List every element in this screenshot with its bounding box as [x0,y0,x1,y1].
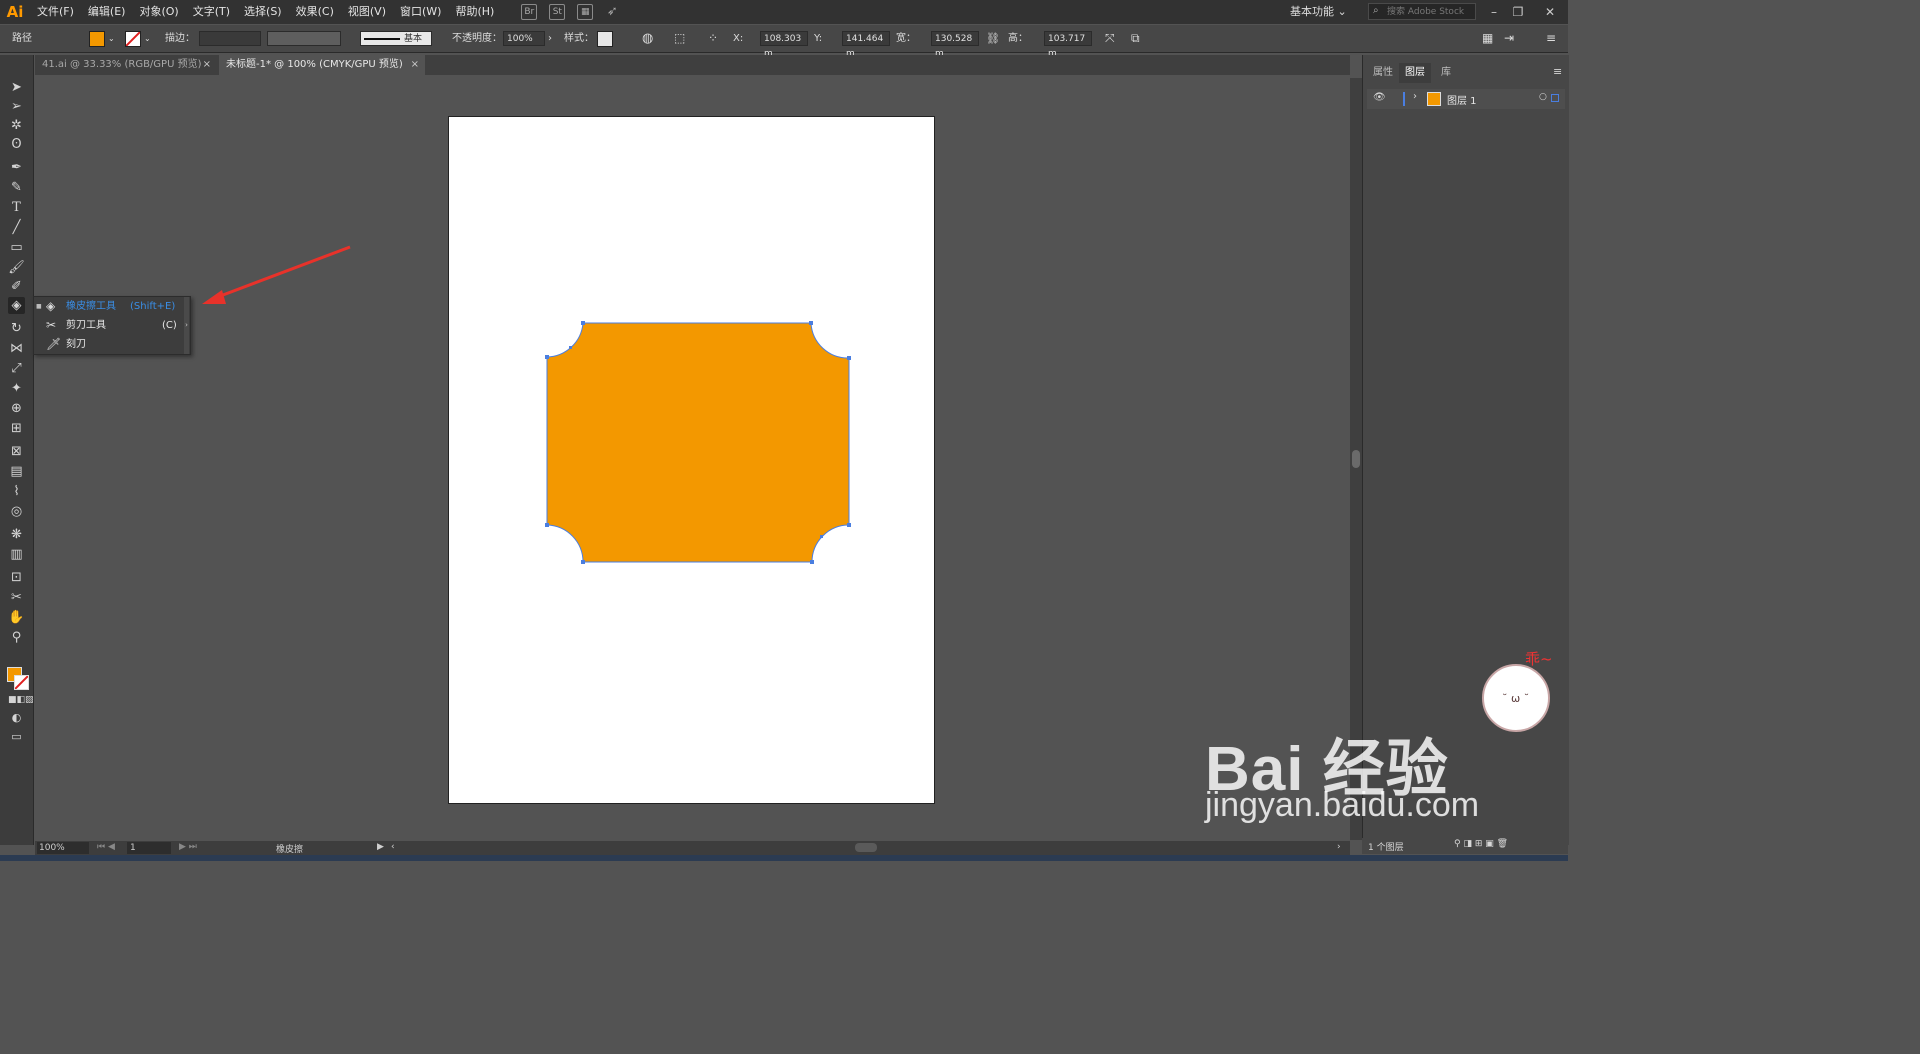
mascot-caption: 乖~ [1525,650,1553,668]
layer-action-icons[interactable]: ⚲ ◨ ⊞ ▣ 🗑 [1454,839,1508,849]
expand-chevron-icon[interactable]: › [1413,91,1417,102]
baidu-watermark: Bai 经验 jingyan.baidu.com [1200,700,1500,830]
layers-panel-footer: 1 个图层 ⚲ ◨ ⊞ ▣ 🗑 [1362,838,1568,854]
current-tool-status: 橡皮擦 [276,845,304,855]
tab-libraries[interactable]: 库 [1435,63,1457,83]
status-bar: 100% ⏮ ◀ 1 ▶ ⏭ 橡皮擦 ▶ ‹ › [35,841,1350,855]
mascot-face: ˘ ω ˘ [1502,692,1530,705]
mascot-sticker: ˘ ω ˘ [1482,664,1550,732]
status-menu-arrow-icon[interactable]: ▶ [377,842,384,852]
layer-row[interactable]: 👁 › 图层 1 ○ [1367,89,1565,109]
layer-name: 图层 1 [1447,96,1477,107]
artboard-number-select[interactable]: 1 [127,842,171,854]
watermark-url: jingyan.baidu.com [1205,786,1480,824]
scroll-right-icon[interactable]: › [1337,842,1341,852]
scroll-left-icon[interactable]: ‹ [391,842,395,852]
selection-indicator[interactable] [1551,94,1559,102]
annotation-arrow [202,245,351,304]
artboard-nav-prev-icons[interactable]: ⏮ ◀ [97,842,115,852]
layer-thumbnail [1427,92,1441,106]
visibility-eye-icon[interactable]: 👁 [1373,92,1386,103]
horizontal-scroll-thumb[interactable] [855,843,877,852]
layer-color-bar [1403,92,1405,106]
tab-layers[interactable]: 图层 [1399,63,1431,83]
os-taskbar [0,855,1568,861]
layer-count: 1 个图层 [1368,843,1404,853]
artboard-nav-next-icons[interactable]: ▶ ⏭ [179,842,197,852]
scroll-thumb[interactable] [1352,450,1360,468]
panel-menu-icon[interactable]: ≡ [1553,65,1562,78]
target-icon[interactable]: ○ [1539,92,1547,102]
tab-properties[interactable]: 属性 [1367,63,1399,83]
zoom-level-select[interactable]: 100% [37,842,89,854]
orange-path-shape[interactable] [546,322,850,563]
